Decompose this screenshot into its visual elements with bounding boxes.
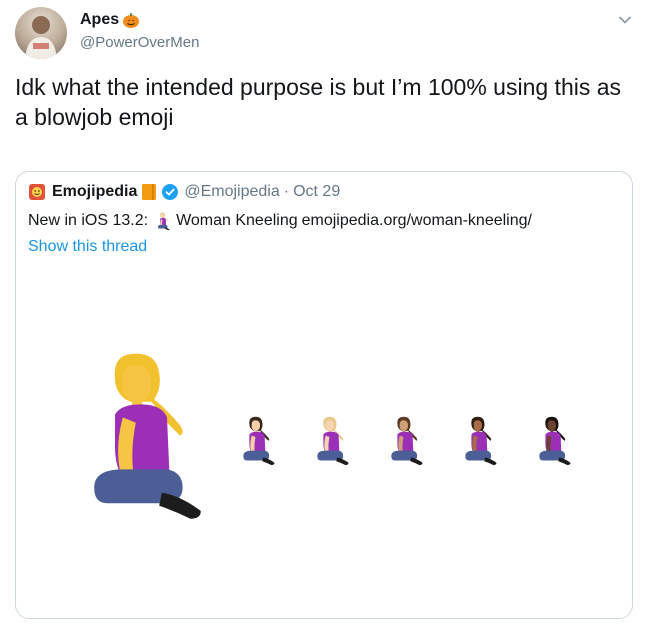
emojipedia-logo-icon xyxy=(29,184,45,200)
book-icon xyxy=(142,184,157,200)
quote-display-name[interactable]: Emojipedia xyxy=(52,183,137,201)
show-thread-link[interactable]: Show this thread xyxy=(28,238,147,256)
author-row: Apes xyxy=(80,11,140,29)
woman-kneeling-light-skin-icon xyxy=(238,408,276,472)
woman-kneeling-medium-dark-skin-icon xyxy=(460,408,498,472)
quote-text: New in iOS 13.2: Woman Kneeling emojiped… xyxy=(28,211,532,231)
quote-header: Emojipedia @Emojipedia · Oct 29 xyxy=(28,183,340,201)
display-name[interactable]: Apes xyxy=(80,11,119,29)
separator: · xyxy=(283,183,290,200)
woman-kneeling-emoji-icon xyxy=(76,342,206,524)
woman-kneeling-medium-light-skin-icon xyxy=(312,408,350,472)
quote-text-prefix: New in iOS 13.2: xyxy=(28,212,149,229)
avatar[interactable] xyxy=(15,7,67,59)
tweet-text: Idk what the intended purpose is but I’m… xyxy=(15,74,622,130)
woman-kneeling-emoji-icon xyxy=(156,211,170,231)
quote-date[interactable]: Oct 29 xyxy=(293,183,340,201)
quote-link[interactable]: emojipedia.org/woman-kneeling/ xyxy=(302,212,532,230)
woman-kneeling-dark-skin-icon xyxy=(534,408,572,472)
quote-text-desc: Woman Kneeling xyxy=(176,212,298,229)
pumpkin-icon xyxy=(122,11,140,29)
quote-handle[interactable]: @Emojipedia xyxy=(184,183,279,201)
woman-kneeling-medium-skin-icon xyxy=(386,408,424,472)
verified-icon xyxy=(162,184,179,200)
quoted-tweet-card[interactable]: Emojipedia @Emojipedia · Oct 29 New in i… xyxy=(15,171,633,619)
handle[interactable]: @PowerOverMen xyxy=(80,34,199,51)
chevron-down-icon[interactable] xyxy=(617,12,633,28)
